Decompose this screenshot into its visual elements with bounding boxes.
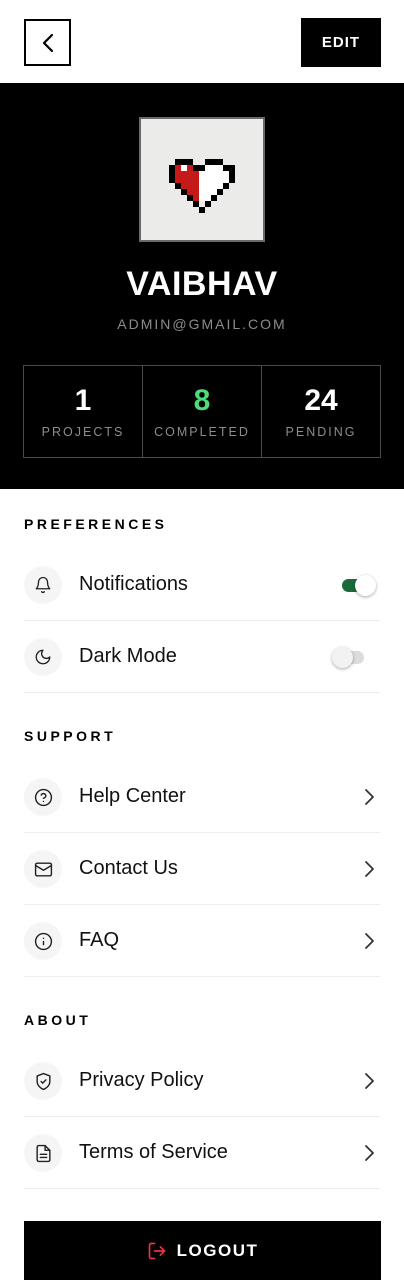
stat-projects[interactable]: 1 PROJECTS [24,366,143,457]
section-title-support: SUPPORT [24,728,117,744]
row-label: Help Center [79,785,186,807]
profile-name: VAIBHAV [126,265,278,303]
stats-panel: 1 PROJECTS 8 COMPLETED 24 PENDING [23,365,381,458]
chevron-right-icon [365,1145,374,1161]
mail-icon [34,861,52,877]
document-icon [35,1144,51,1162]
section-title-about: ABOUT [24,1012,92,1028]
profile-email: ADMIN@GMAIL.COM [117,316,287,332]
icon-circle [24,638,62,676]
row-label: Notifications [79,573,188,595]
row-label: Contact Us [79,857,178,879]
icon-circle [24,922,62,960]
notifications-toggle[interactable] [340,575,378,596]
chevron-left-icon [42,33,53,52]
chevron-right-icon [365,933,374,949]
profile-header: VAIBHAV ADMIN@GMAIL.COM 1 PROJECTS 8 COM… [0,83,404,489]
settings-row-dark-mode[interactable]: Dark Mode [24,621,380,693]
logout-button[interactable]: LOGOUT [24,1221,381,1280]
stat-value: 8 [193,384,211,417]
moon-icon [35,649,51,665]
row-label: Terms of Service [79,1141,228,1163]
settings-row-terms-of-service[interactable]: Terms of Service [24,1117,380,1189]
settings-row-faq[interactable]: FAQ [24,905,380,977]
stat-completed[interactable]: 8 COMPLETED [143,366,262,457]
row-label: Dark Mode [79,645,177,667]
avatar[interactable] [139,117,265,242]
row-label: Privacy Policy [79,1069,204,1091]
row-label: FAQ [79,929,120,951]
chevron-right-icon [365,1073,374,1089]
stat-label: PENDING [285,425,357,439]
dark-mode-toggle[interactable] [332,647,370,668]
icon-circle [24,1134,62,1172]
info-icon [34,932,52,950]
icon-circle [24,1062,62,1100]
settings-row-contact-us[interactable]: Contact Us [24,833,380,905]
icon-circle [24,566,62,604]
chevron-right-icon [365,789,374,805]
toggle-knob [332,647,353,668]
stat-label: COMPLETED [154,425,250,439]
chevron-right-icon [365,861,374,877]
logout-label: LOGOUT [176,1240,259,1260]
icon-circle [24,778,62,816]
stat-pending[interactable]: 24 PENDING [262,366,380,457]
icon-circle [24,850,62,888]
top-bar: EDIT [0,0,404,83]
settings-row-help-center[interactable]: Help Center [24,761,380,833]
section-title-preferences: PREFERENCES [24,516,168,532]
bell-icon [35,576,51,594]
logout-icon [148,1242,165,1259]
help-circle-icon [34,788,52,806]
pixel-heart-icon [169,159,235,213]
stat-value: 1 [74,384,92,417]
settings-row-privacy-policy[interactable]: Privacy Policy [24,1045,380,1117]
toggle-knob [355,575,376,596]
settings-row-notifications[interactable]: Notifications [24,549,380,621]
stat-label: PROJECTS [41,425,125,439]
back-button[interactable] [24,19,71,66]
stat-value: 24 [304,384,338,417]
shield-check-icon [35,1072,51,1090]
edit-button[interactable]: EDIT [301,18,381,67]
